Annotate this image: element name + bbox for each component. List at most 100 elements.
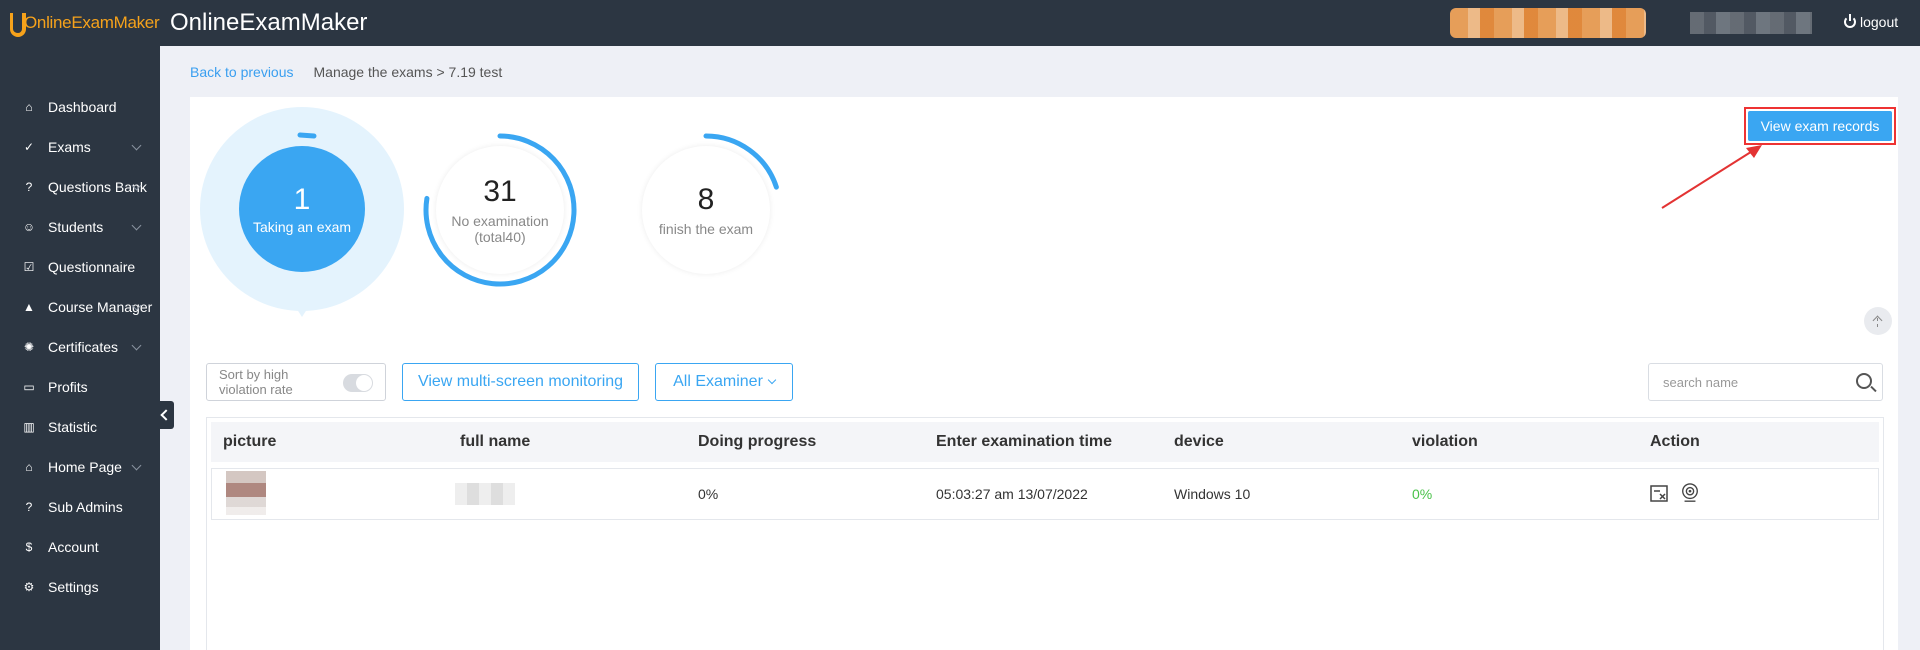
home-icon: ⌂ (25, 100, 33, 114)
logout-button[interactable]: logout (1844, 14, 1898, 30)
sidebar-item-label: Certificates (48, 339, 119, 355)
sidebar-item-label: Exams (48, 139, 91, 155)
chevron-down-icon (767, 375, 777, 385)
sidebar-item-label: Sub Admins (48, 499, 123, 515)
sidebar-item-exams[interactable]: ✓ Exams (0, 127, 160, 167)
multi-screen-monitoring-button[interactable]: View multi-screen monitoring (402, 363, 639, 401)
view-records-highlight: View exam records (1744, 107, 1896, 145)
no-exam-count: 31 (483, 175, 517, 208)
table-header: picture full name Doing progress Enter e… (211, 422, 1879, 462)
stat-taking-exam[interactable]: 1 Taking an exam (239, 146, 365, 272)
col-full-name: full name (460, 433, 531, 450)
sidebar-nav: ⌂ Dashboard ✓ Exams? Questions Bank ☺ Students… (0, 87, 160, 607)
graduation-cap-icon: ▲ (23, 300, 35, 314)
bar-chart-icon: ▥ (23, 420, 35, 434)
finished-count: 8 (697, 183, 715, 216)
avatar[interactable] (1690, 12, 1812, 34)
sidebar-item-label: Questionnaire (48, 259, 136, 275)
sidebar-item-home-page[interactable]: ⌂ Home Page (0, 447, 160, 487)
examinee-name-redacted (455, 483, 515, 505)
sidebar-item-label: Profits (48, 379, 88, 395)
no-exam-label: No examination (451, 213, 549, 229)
sidebar-item-course-manager[interactable]: ▲ Course Manager (0, 287, 160, 327)
question-circle-icon: ? (25, 180, 33, 194)
sidebar-item-dashboard[interactable]: ⌂ Dashboard (0, 87, 160, 127)
check-circle-icon: ✓ (23, 140, 35, 154)
sidebar-item-label: Questions Bank (48, 179, 147, 195)
sidebar-item-profits[interactable]: ▭ Profits (0, 367, 160, 407)
sidebar-item-label: Statistic (48, 419, 98, 435)
examinee-picture[interactable] (226, 471, 266, 515)
sidebar-item-questions-bank[interactable]: ? Questions Bank (0, 167, 160, 207)
sidebar-item-certificates[interactable]: ✺ Certificates (0, 327, 160, 367)
view-exam-records-button[interactable]: View exam records (1748, 111, 1892, 141)
chevron-down-icon (131, 460, 142, 471)
sidebar-item-account[interactable]: $ Account (0, 527, 160, 567)
violation-cell: 0% (1412, 486, 1433, 502)
chevron-down-icon (131, 220, 142, 231)
sidebar-item-label: Account (48, 539, 99, 555)
sidebar-item-label: Home Page (48, 459, 122, 475)
device-cell: Windows 10 (1174, 486, 1251, 502)
gear-icon: ⚙ (23, 580, 35, 594)
table-row: 0% 05:03:27 am 13/07/2022 Windows 10 0% (211, 468, 1879, 520)
users-icon: ☺ (22, 220, 36, 234)
sort-label: Sort by high violation rate (219, 367, 293, 397)
breadcrumb-current: > 7.19 test (436, 64, 503, 80)
webcam-icon[interactable] (1680, 483, 1700, 503)
logo-text: OnlineExamMaker (24, 13, 160, 32)
sort-violation-toggle: Sort by high violation rate (206, 363, 386, 401)
col-violation: violation (1412, 433, 1478, 450)
col-picture: picture (223, 433, 277, 450)
enter-time-cell: 05:03:27 am 13/07/2022 (936, 486, 1088, 502)
collapse-stats-button[interactable] (1864, 307, 1892, 335)
credit-card-icon: ▭ (23, 380, 35, 394)
user-info-redacted (1450, 8, 1646, 38)
annotation-arrow (1661, 145, 1762, 209)
sort-switch[interactable] (343, 374, 373, 392)
back-link[interactable]: Back to previous (190, 64, 294, 80)
home-page-icon: ⌂ (25, 460, 33, 474)
sidebar: ⌂ Dashboard ✓ Exams? Questions Bank ☺ Students… (0, 46, 160, 650)
sidebar-item-statistic[interactable]: ▥ Statistic (0, 407, 160, 447)
taking-count: 1 (293, 183, 311, 216)
power-icon (1844, 14, 1856, 28)
chevron-down-icon (131, 140, 142, 151)
stat-no-examination[interactable]: 31 No examination (total40) (436, 146, 564, 274)
search-box (1648, 363, 1883, 401)
exam-detail-icon[interactable] (1650, 484, 1670, 504)
finished-label: finish the exam (658, 221, 754, 237)
no-exam-total: (total40) (474, 229, 526, 245)
examiner-dropdown[interactable]: All Examiner (655, 363, 793, 401)
sidebar-item-label: Settings (48, 579, 99, 595)
search-input[interactable] (1663, 374, 1843, 390)
sidebar-item-questionnaire[interactable]: ☑ Questionnaire (0, 247, 160, 287)
dollar-icon: $ (25, 540, 33, 554)
sidebar-item-label: Students (48, 219, 104, 235)
breadcrumb-parent[interactable]: Manage the exams (314, 64, 433, 80)
examiner-label: All Examiner (673, 373, 763, 390)
sidebar-item-settings[interactable]: ⚙ Settings (0, 567, 160, 607)
logout-label: logout (1860, 14, 1899, 30)
examinee-list-panel: Sort by high violation rate View multi-s… (190, 347, 1898, 650)
logo-icon (6, 11, 26, 37)
examinee-table: picture full name Doing progress Enter e… (206, 417, 1884, 650)
search-icon[interactable] (1856, 373, 1872, 389)
sidebar-item-students[interactable]: ☺ Students (0, 207, 160, 247)
col-action: Action (1650, 433, 1700, 450)
question-circle-icon: ? (25, 500, 33, 514)
sidebar-item-label: Dashboard (48, 99, 117, 115)
checkbox-icon: ☑ (23, 260, 35, 274)
logo[interactable]: OnlineExamMaker (6, 10, 160, 37)
badge-icon: ✺ (23, 340, 35, 354)
sidebar-collapse-button[interactable] (156, 401, 174, 429)
taking-label: Taking an exam (252, 219, 352, 235)
col-enter-time: Enter examination time (936, 433, 1113, 450)
app-title: OnlineExamMaker (170, 9, 368, 36)
progress-cell: 0% (698, 486, 719, 502)
stat-finished-exam[interactable]: 8 finish the exam (642, 146, 770, 274)
sidebar-item-sub-admins[interactable]: ? Sub Admins (0, 487, 160, 527)
top-bar: OnlineExamMaker OnlineExamMaker logout (0, 0, 1920, 46)
breadcrumb: Back to previous Manage the exams > 7.19… (190, 64, 502, 80)
col-device: device (1174, 433, 1224, 450)
